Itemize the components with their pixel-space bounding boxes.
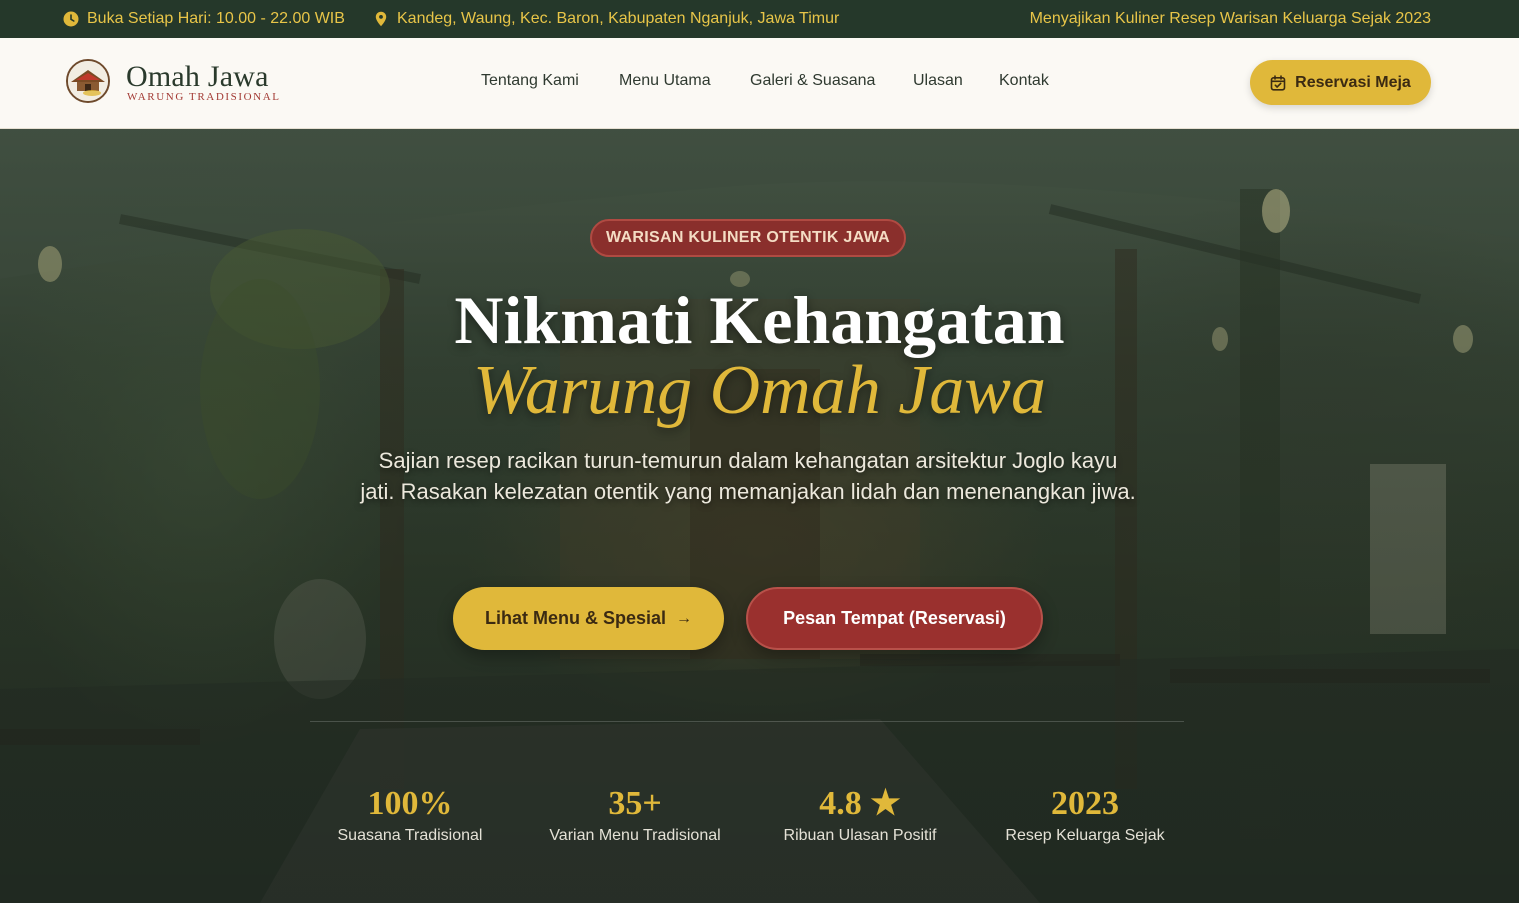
stat-item: 100% Suasana Tradisional xyxy=(290,783,530,845)
stat-item: 4.8 ★ Ribuan Ulasan Positif xyxy=(740,783,980,845)
brand-subtitle: WARUNG TRADISIONAL xyxy=(127,91,281,103)
view-menu-label: Lihat Menu & Spesial xyxy=(484,608,667,628)
stat-label: Resep Keluarga Sejak xyxy=(1005,827,1165,844)
stats-divider xyxy=(310,721,1184,722)
reservasi-meja-button[interactable]: Reservasi Meja xyxy=(1250,60,1431,105)
brand-logo-icon[interactable] xyxy=(66,59,110,103)
nav-link-ulasan[interactable]: Ulasan xyxy=(913,72,963,90)
clock-icon xyxy=(63,11,79,27)
hero-title: Nikmati Kehangatan xyxy=(454,282,1065,358)
stat-value: 2023 xyxy=(1051,785,1119,822)
stat-value: 4.8 ★ xyxy=(819,785,901,822)
stat-value: 35+ xyxy=(608,785,662,822)
stat-label: Suasana Tradisional xyxy=(337,827,483,844)
hero-section: WARISAN KULINER OTENTIK JAWA Nikmati Keh… xyxy=(0,129,1519,903)
brand-title[interactable]: Omah Jawa xyxy=(126,60,269,94)
stat-item: 35+ Varian Menu Tradisional xyxy=(515,783,755,845)
hero-title-highlight: Warung Omah Jawa xyxy=(473,352,1046,429)
nav-link-kontak[interactable]: Kontak xyxy=(999,72,1049,90)
address-text: Kandeg, Waung, Kec. Baron, Kabupaten Nga… xyxy=(397,10,840,27)
nav-link-galeri[interactable]: Galeri & Suasana xyxy=(750,72,875,90)
stat-value: 100% xyxy=(367,785,453,822)
opening-hours: Buka Setiap Hari: 10.00 - 22.00 WIB xyxy=(63,0,345,38)
main-navbar: Omah Jawa WARUNG TRADISIONAL Tentang Kam… xyxy=(0,38,1519,129)
joglo-house-icon xyxy=(68,61,108,101)
hero-badge: WARISAN KULINER OTENTIK JAWA xyxy=(590,219,906,257)
top-info-bar: Buka Setiap Hari: 10.00 - 22.00 WIB Kand… xyxy=(0,0,1519,38)
calendar-check-icon xyxy=(1270,74,1286,91)
reservation-label: Pesan Tempat (Reservasi) xyxy=(783,608,1006,628)
tagline-text: Menyajikan Kuliner Resep Warisan Keluarg… xyxy=(1029,10,1431,27)
nav-link-menu-utama[interactable]: Menu Utama xyxy=(619,72,711,90)
tagline: Menyajikan Kuliner Resep Warisan Keluarg… xyxy=(1030,0,1431,38)
arrow-right-icon: → xyxy=(676,609,693,627)
reservation-button[interactable]: Pesan Tempat (Reservasi) xyxy=(746,587,1043,650)
stat-item: 2023 Resep Keluarga Sejak xyxy=(965,783,1205,845)
hero-description: Sajian resep racikan turun-temurun dalam… xyxy=(360,448,1136,504)
view-menu-button[interactable]: Lihat Menu & Spesial → xyxy=(453,587,724,650)
map-pin-icon xyxy=(375,11,387,27)
reservasi-meja-label: Reservasi Meja xyxy=(1295,73,1411,91)
address: Kandeg, Waung, Kec. Baron, Kabupaten Nga… xyxy=(373,0,839,38)
stat-label: Varian Menu Tradisional xyxy=(549,827,721,844)
nav-link-tentang-kami[interactable]: Tentang Kami xyxy=(481,72,579,90)
stat-label: Ribuan Ulasan Positif xyxy=(783,827,937,844)
opening-hours-text: Buka Setiap Hari: 10.00 - 22.00 WIB xyxy=(87,10,345,27)
